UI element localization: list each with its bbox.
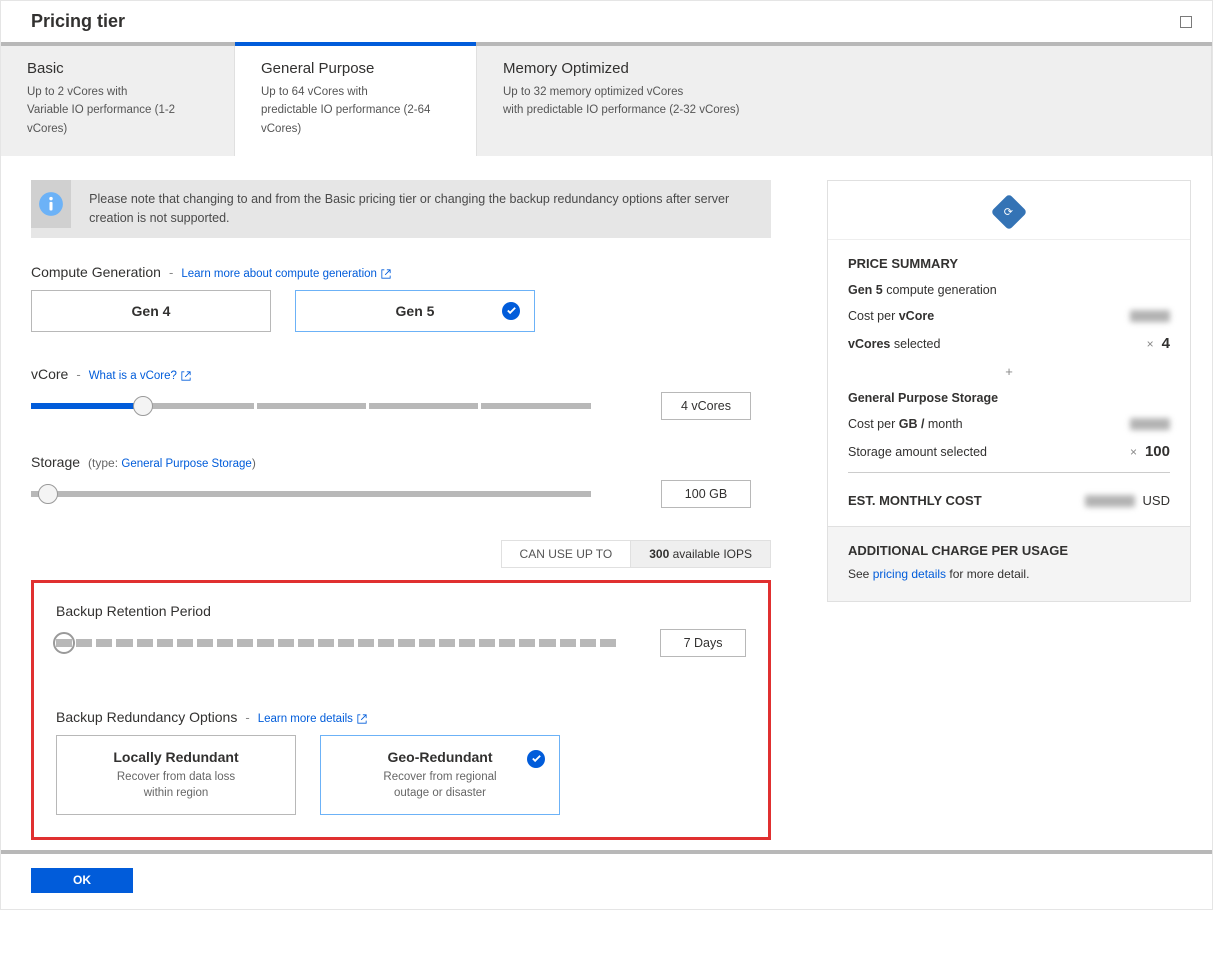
db-logo-icon: ⟳	[991, 194, 1028, 231]
est-cost-label: EST. MONTHLY COST	[848, 493, 982, 508]
storage-value: 100 GB	[661, 480, 751, 508]
external-link-icon	[357, 714, 367, 724]
backup-retention-label: Backup Retention Period	[56, 603, 211, 619]
price-summary-heading: PRICE SUMMARY	[848, 256, 1170, 271]
redacted-price	[1085, 495, 1135, 507]
additional-charge-box: ADDITIONAL CHARGE PER USAGE See pricing …	[828, 526, 1190, 601]
tab-basic[interactable]: Basic Up to 2 vCores with Variable IO pe…	[1, 46, 235, 156]
tab-title: Basic	[27, 60, 214, 77]
maximize-icon[interactable]	[1180, 16, 1192, 28]
tab-subtitle: Up to 2 vCores with Variable IO performa…	[27, 83, 214, 138]
tier-tabs: Basic Up to 2 vCores with Variable IO pe…	[1, 46, 1212, 156]
redundancy-link[interactable]: Learn more details	[258, 713, 367, 725]
iops-label: CAN USE UP TO	[501, 540, 632, 568]
price-summary-panel: ⟳ PRICE SUMMARY Gen 5 compute generation…	[827, 180, 1191, 602]
gen4-card[interactable]: Gen 4	[31, 290, 271, 332]
info-banner: Please note that changing to and from th…	[31, 180, 771, 238]
compute-generation-label: Compute Generation	[31, 264, 161, 280]
external-link-icon	[181, 371, 191, 381]
tab-subtitle: Up to 64 vCores with predictable IO perf…	[261, 83, 456, 138]
backup-highlight: Backup Retention Period /*rendered below…	[31, 580, 771, 840]
tab-title: General Purpose	[261, 60, 456, 77]
vcore-value: 4 vCores	[661, 392, 751, 420]
pricing-details-link[interactable]: pricing details	[873, 567, 946, 581]
geo-redundant-card[interactable]: Geo-Redundant Recover from regional outa…	[320, 735, 560, 815]
locally-redundant-card[interactable]: Locally Redundant Recover from data loss…	[56, 735, 296, 815]
storage-label: Storage	[31, 454, 80, 470]
tab-title: Memory Optimized	[503, 60, 1191, 77]
vcore-link[interactable]: What is a vCore?	[89, 370, 191, 382]
redacted-price	[1130, 310, 1170, 322]
slider-thumb[interactable]	[133, 396, 153, 416]
page-title: Pricing tier	[31, 11, 125, 32]
info-text: Please note that changing to and from th…	[71, 180, 771, 238]
backup-retention-slider[interactable]: /*rendered below via JS*/	[56, 633, 590, 653]
check-icon	[527, 750, 545, 768]
external-link-icon	[381, 269, 391, 279]
ok-button[interactable]: OK	[31, 868, 133, 893]
tab-general-purpose[interactable]: General Purpose Up to 64 vCores with pre…	[235, 46, 477, 156]
vcore-slider[interactable]	[31, 396, 591, 416]
backup-retention-value: 7 Days	[660, 629, 746, 657]
tab-subtitle: Up to 32 memory optimized vCores with pr…	[503, 83, 1191, 120]
storage-type-link[interactable]: General Purpose Storage	[121, 458, 251, 470]
vcore-label: vCore	[31, 366, 68, 382]
backup-redundancy-label: Backup Redundancy Options	[56, 709, 237, 725]
iops-value: 300 available IOPS	[631, 540, 771, 568]
tab-memory-optimized[interactable]: Memory Optimized Up to 32 memory optimiz…	[477, 46, 1212, 156]
slider-thumb[interactable]	[38, 484, 58, 504]
info-icon	[31, 180, 71, 228]
gen5-card[interactable]: Gen 5	[295, 290, 535, 332]
check-icon	[502, 302, 520, 320]
compute-generation-link[interactable]: Learn more about compute generation	[181, 268, 391, 280]
storage-slider[interactable]	[31, 484, 591, 504]
redacted-price	[1130, 418, 1170, 430]
